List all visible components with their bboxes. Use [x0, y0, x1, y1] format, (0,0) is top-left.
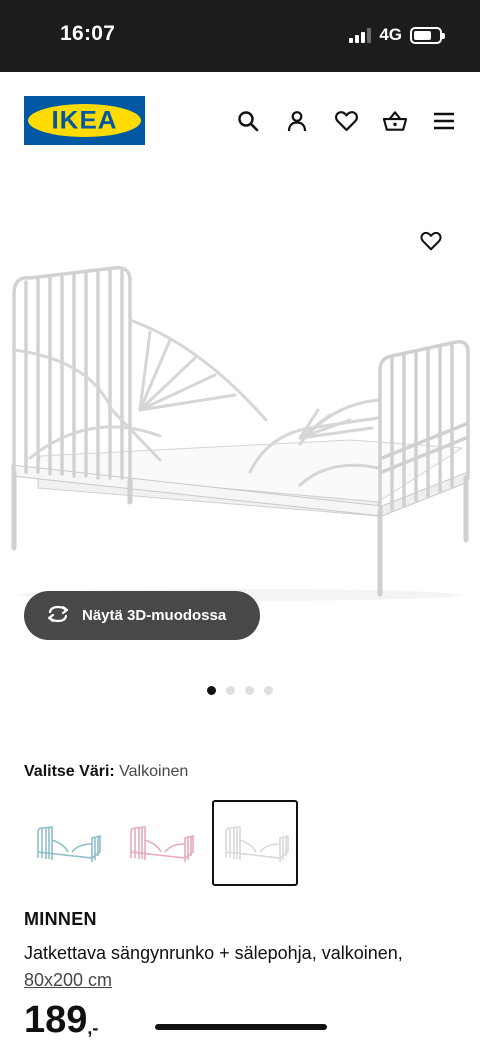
product-size-link[interactable]: 80x200 cm [24, 970, 112, 990]
add-to-favourites-icon[interactable] [416, 226, 446, 256]
product-description: Jatkettava sängynrunko + sälepohja, valk… [24, 940, 464, 994]
product-description-text: Jatkettava sängynrunko + sälepohja, valk… [24, 943, 403, 963]
home-indicator[interactable] [155, 1024, 327, 1030]
carousel-dot[interactable] [207, 686, 216, 695]
signal-icon [349, 27, 372, 43]
battery-icon [410, 26, 445, 44]
swatch-white[interactable] [212, 800, 298, 886]
color-value: Valkoinen [119, 763, 189, 780]
site-header: IKEA [0, 72, 480, 172]
carousel-dot[interactable] [226, 686, 235, 695]
rotate-3d-icon [46, 604, 70, 628]
swatch-blue[interactable] [24, 800, 110, 886]
product-price: 189 ,- [24, 998, 98, 1041]
status-bar: 16:07 4G [0, 0, 480, 72]
menu-icon[interactable] [431, 108, 457, 134]
price-integer: 189 [24, 999, 88, 1041]
view-3d-button[interactable]: Näytä 3D-muodossa [24, 591, 260, 640]
color-label: Valitse Väri: [24, 763, 115, 780]
heart-icon[interactable] [333, 108, 359, 134]
network-type: 4G [379, 25, 402, 44]
carousel-indicator [0, 686, 480, 695]
basket-icon[interactable] [382, 108, 408, 134]
carousel-dot[interactable] [245, 686, 254, 695]
status-indicators: 4G [349, 25, 445, 45]
swatch-pink[interactable] [117, 800, 203, 886]
price-decimal: ,- [87, 1018, 99, 1038]
product-image[interactable] [0, 210, 480, 630]
color-swatches [24, 800, 298, 886]
status-time: 16:07 [60, 22, 116, 45]
color-selection: Valitse Väri: Valkoinen [24, 763, 188, 781]
product-name: MINNEN [24, 909, 97, 929]
search-icon[interactable] [235, 108, 261, 134]
view-3d-label: Näytä 3D-muodossa [82, 607, 227, 624]
carousel-dot[interactable] [264, 686, 273, 695]
user-icon[interactable] [284, 108, 310, 134]
